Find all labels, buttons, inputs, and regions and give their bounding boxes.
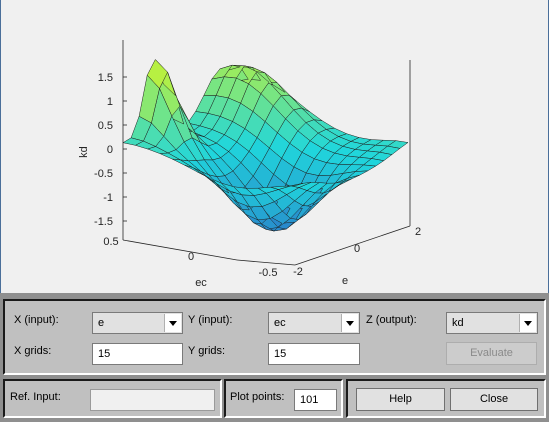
ref-input-panel: Ref. Input: xyxy=(3,379,222,418)
ec-tick-label: -0.5 xyxy=(259,267,278,279)
e-tick-label: 2 xyxy=(415,226,421,238)
surface-plot: 1.5 1 0.5 0 -0.5 -1 -1.5 0.5 0 -0.5 -2 0 2 kd ec e xyxy=(78,40,421,289)
z-output-value: kd xyxy=(452,317,464,329)
ec-tick-label: 0.5 xyxy=(103,236,118,248)
chevron-down-icon[interactable] xyxy=(519,314,536,332)
z-output-select[interactable]: kd xyxy=(446,312,538,334)
z-tick-label: 1 xyxy=(107,96,113,108)
surface-plot-area: 1.5 1 0.5 0 -0.5 -1 -1.5 0.5 0 -0.5 -2 0 2 kd ec e xyxy=(0,0,549,293)
close-button[interactable]: Close xyxy=(450,388,538,411)
z-tick-label: 1.5 xyxy=(98,72,113,84)
ref-input-label: Ref. Input: xyxy=(10,391,61,403)
x-input-select[interactable]: e xyxy=(92,312,183,334)
z-tick-label: -1 xyxy=(103,192,113,204)
plot-points-input[interactable]: 101 xyxy=(294,389,337,411)
ec-axis-line xyxy=(122,239,238,261)
chevron-down-icon[interactable] xyxy=(164,314,181,332)
ec-axis-label: ec xyxy=(195,277,207,289)
z-output-label: Z (output): xyxy=(366,314,417,326)
e-tick-label: -2 xyxy=(293,266,303,278)
e-axis-label: e xyxy=(342,275,348,287)
z-tick-label: -1.5 xyxy=(94,216,113,228)
z-axis-label: kd xyxy=(78,146,90,158)
axis-settings-panel: X (input): e Y (input): ec Z (output): k… xyxy=(3,299,546,375)
evaluate-button[interactable]: Evaluate xyxy=(446,342,537,365)
ec-tick-label: 0 xyxy=(188,251,194,263)
help-button[interactable]: Help xyxy=(356,388,445,411)
y-input-label: Y (input): xyxy=(188,314,233,326)
y-grids-label: Y grids: xyxy=(188,345,226,357)
surface-mesh xyxy=(122,59,409,232)
z-tick-label: -0.5 xyxy=(94,168,113,180)
x-grids-input[interactable]: 15 xyxy=(92,343,183,365)
y-input-select[interactable]: ec xyxy=(268,312,360,334)
x-grids-label: X grids: xyxy=(14,345,52,357)
controls-area: X (input): e Y (input): ec Z (output): k… xyxy=(0,293,549,422)
y-grids-input[interactable]: 15 xyxy=(268,343,360,365)
y-input-value: ec xyxy=(274,317,286,329)
chevron-down-icon[interactable] xyxy=(341,314,358,332)
x-input-value: e xyxy=(98,317,105,329)
buttons-panel: Help Close xyxy=(346,379,546,418)
x-input-label: X (input): xyxy=(14,314,59,326)
ref-input-field[interactable] xyxy=(90,389,215,411)
plot-points-label: Plot points: xyxy=(230,391,285,403)
z-tick-label: 0 xyxy=(107,144,113,156)
z-tick-label: 0.5 xyxy=(98,120,113,132)
plot-points-panel: Plot points: 101 xyxy=(224,379,343,418)
e-axis-line xyxy=(294,225,411,266)
floor-front-edge xyxy=(236,259,296,266)
e-tick-label: 0 xyxy=(354,243,360,255)
